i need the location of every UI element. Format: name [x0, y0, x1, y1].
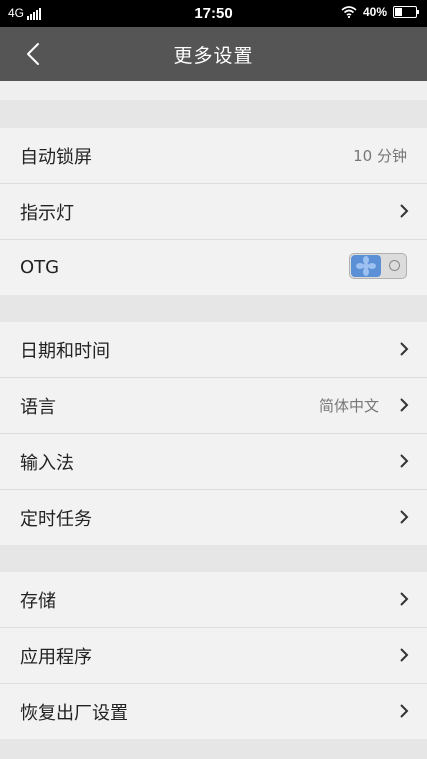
row-label: 语言 [20, 396, 56, 418]
chevron-right-icon [400, 454, 409, 468]
row-indicator-light[interactable]: 指示灯 [0, 184, 427, 240]
chevron-right-icon [400, 342, 409, 356]
row-value: 10 分钟 [353, 147, 407, 165]
chevron-right-icon [400, 510, 409, 524]
row-date-time[interactable]: 日期和时间 [0, 322, 427, 378]
settings-group-1: 自动锁屏 10 分钟 指示灯 OTG [0, 128, 427, 295]
row-label: 输入法 [20, 452, 74, 474]
row-input-method[interactable]: 输入法 [0, 434, 427, 490]
row-otg[interactable]: OTG [0, 240, 427, 295]
page-title: 更多设置 [173, 45, 254, 67]
row-applications[interactable]: 应用程序 [0, 628, 427, 684]
toggle-knob [351, 255, 381, 277]
toggle-pattern-icon [356, 256, 376, 276]
settings-group-3: 存储 应用程序 恢复出厂设置 [0, 572, 427, 739]
row-label: 自动锁屏 [20, 146, 92, 168]
wifi-icon [341, 6, 357, 18]
row-value: 简体中文 [318, 397, 379, 415]
chevron-right-icon [400, 704, 409, 718]
title-bar: 更多设置 [0, 27, 427, 81]
row-label: 指示灯 [20, 202, 74, 224]
row-label: 应用程序 [20, 646, 92, 668]
otg-toggle[interactable] [349, 253, 407, 279]
chevron-right-icon [400, 398, 409, 412]
chevron-right-icon [400, 648, 409, 662]
row-auto-lock[interactable]: 自动锁屏 10 分钟 [0, 128, 427, 184]
row-label: 定时任务 [20, 508, 92, 530]
chevron-right-icon [400, 592, 409, 606]
row-scheduled-tasks[interactable]: 定时任务 [0, 490, 427, 545]
row-label: 恢复出厂设置 [20, 702, 128, 724]
row-factory-reset[interactable]: 恢复出厂设置 [0, 684, 427, 739]
battery-percent: 40% [362, 5, 387, 19]
status-bar: 4G 17:50 40% [0, 0, 427, 27]
row-storage[interactable]: 存储 [0, 572, 427, 628]
toggle-off-indicator [389, 260, 400, 271]
row-label: 存储 [20, 590, 56, 612]
chevron-right-icon [400, 204, 409, 218]
status-icons: 40% [341, 5, 419, 19]
battery-icon [393, 6, 419, 18]
settings-group-2: 日期和时间 语言 简体中文 输入法 定时任务 [0, 322, 427, 545]
row-label: 日期和时间 [20, 340, 110, 362]
scrolled-content-strip [0, 81, 427, 100]
row-language[interactable]: 语言 简体中文 [0, 378, 427, 434]
row-label: OTG [20, 257, 60, 278]
